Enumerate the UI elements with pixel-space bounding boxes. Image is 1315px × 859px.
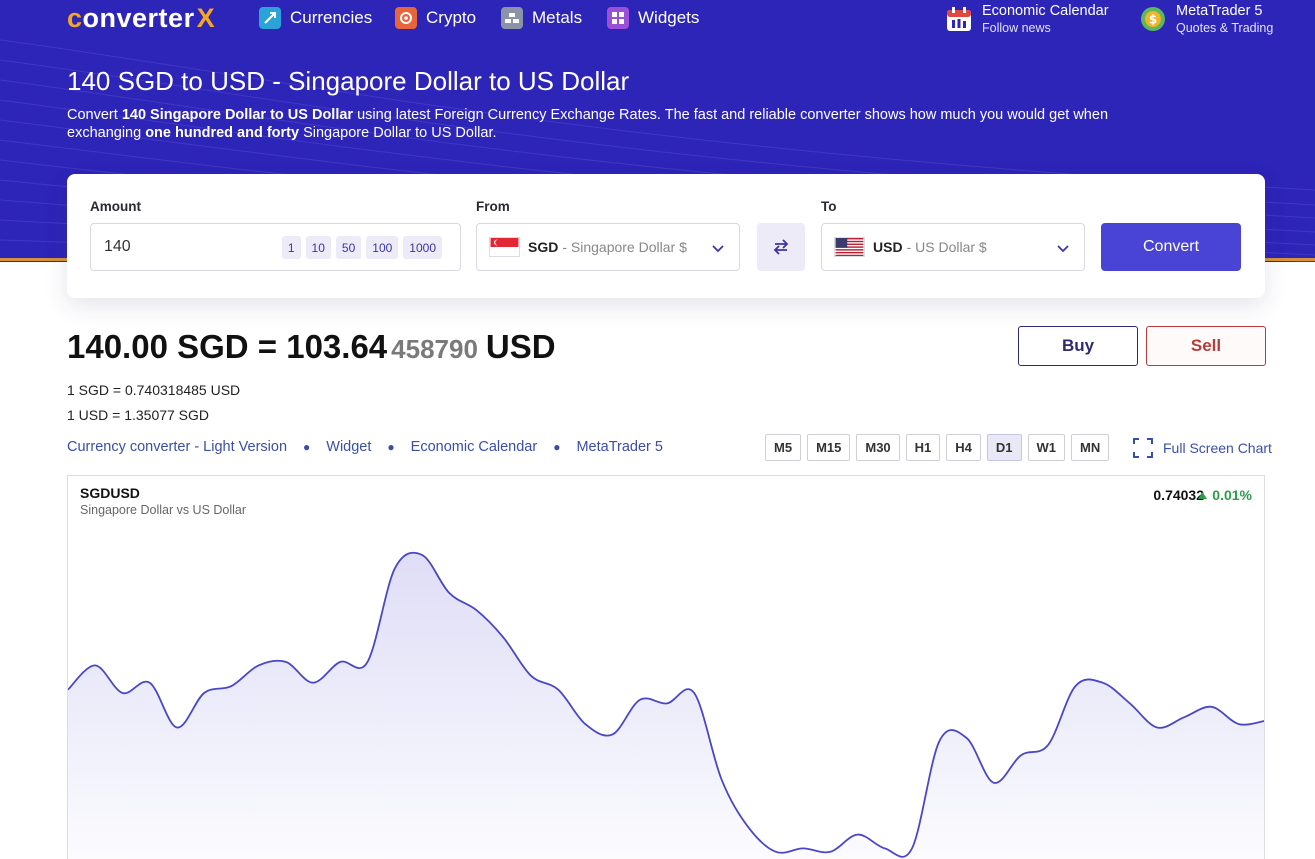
quick-amount-1000[interactable]: 1000 [403, 236, 442, 259]
intro-bold-2: one hundred and forty [145, 125, 300, 141]
swap-icon [773, 239, 789, 255]
page-title: 140 SGD to USD - Singapore Dollar to US … [67, 66, 630, 96]
full-screen-chart-button[interactable]: Full Screen Chart [1133, 438, 1272, 458]
crypto-icon [395, 7, 417, 29]
from-label: From [476, 199, 510, 214]
chart-area-fill [68, 552, 1264, 859]
metatrader-link[interactable]: $ MetaTrader 5 Quotes & Trading [1139, 1, 1273, 37]
intro-text: Convert 140 Singapore Dollar to US Dolla… [67, 106, 1127, 142]
amount-label: Amount [90, 199, 141, 214]
usa-flag-icon [834, 237, 865, 257]
link-widget[interactable]: Widget [326, 439, 371, 455]
amount-input[interactable] [104, 236, 254, 258]
logo-text: onverter [82, 2, 195, 33]
calendar-icon [947, 7, 971, 31]
nav-metals[interactable]: Metals [501, 6, 582, 30]
to-currency-name: - US Dollar $ [906, 239, 987, 255]
metatrader-subtitle: Quotes & Trading [1176, 20, 1274, 35]
from-currency-select[interactable]: SGD - Singapore Dollar $ [476, 223, 740, 271]
convert-button[interactable]: Convert [1101, 223, 1241, 271]
separator-dot: ● [387, 440, 395, 454]
from-currency-name: - Singapore Dollar $ [562, 239, 687, 255]
link-light-version[interactable]: Currency converter - Light Version [67, 439, 287, 455]
swap-currencies-button[interactable] [757, 223, 805, 271]
site-logo[interactable]: c onverter X [67, 3, 215, 33]
separator-dot: ● [303, 440, 311, 454]
top-navigation: c onverter X Currencies Crypto Metals Widg… [0, 0, 1315, 38]
nav-currencies[interactable]: Currencies [259, 6, 372, 30]
intro-part-1: Convert [67, 107, 122, 123]
rate-usd-sgd: 1 USD = 1.35077 SGD [67, 407, 210, 423]
link-metatrader-5[interactable]: MetaTrader 5 [576, 439, 663, 455]
metals-icon [501, 7, 523, 29]
singapore-flag-icon [489, 237, 520, 257]
nav-crypto-label: Crypto [426, 8, 477, 27]
quick-amount-group: 1 10 50 100 1000 [281, 236, 442, 259]
quick-amount-1[interactable]: 1 [281, 236, 301, 259]
timeframe-m5[interactable]: M5 [765, 434, 802, 461]
svg-text:$: $ [1149, 13, 1157, 27]
sell-button[interactable]: Sell [1146, 326, 1266, 366]
price-chart[interactable]: SGDUSD Singapore Dollar vs US Dollar 0.7… [67, 475, 1265, 859]
amount-field[interactable]: 1 10 50 100 1000 [90, 223, 461, 271]
nav-widgets-label: Widgets [638, 8, 700, 27]
timeframe-d1[interactable]: D1 [986, 434, 1022, 461]
timeframe-mn[interactable]: MN [1071, 434, 1110, 461]
buy-button[interactable]: Buy [1018, 326, 1138, 366]
conversion-result: 140.00 SGD = 103.64 458790 USD [67, 328, 556, 366]
timeframe-h1[interactable]: H1 [905, 434, 941, 461]
metatrader-icon: $ [1141, 7, 1165, 31]
related-links: Currency converter - Light Version ● Wid… [67, 439, 663, 455]
converter-card: Amount 1 10 50 100 1000 From SGD - Singa… [67, 174, 1265, 298]
chart-subtitle: Singapore Dollar vs US Dollar [80, 503, 247, 517]
nav-metals-label: Metals [532, 8, 583, 27]
rate-sgd-usd: 1 SGD = 0.740318485 USD [67, 382, 241, 398]
chart-change: 0.01% [1198, 487, 1252, 503]
result-currency: USD [485, 328, 556, 365]
economic-calendar-subtitle: Follow news [982, 20, 1051, 35]
result-main-value: 140.00 SGD = 103.64 [67, 328, 388, 365]
nav-crypto[interactable]: Crypto [395, 6, 476, 30]
from-currency-code: SGD [528, 239, 559, 255]
chevron-down-icon [1057, 245, 1069, 253]
full-screen-chart-label: Full Screen Chart [1163, 440, 1272, 456]
quick-amount-50[interactable]: 50 [335, 236, 362, 259]
timeframe-m30[interactable]: M30 [856, 434, 900, 461]
intro-bold-1: 140 Singapore Dollar to US Dollar [121, 107, 354, 123]
trend-up-icon [1198, 491, 1208, 499]
to-currency-select[interactable]: USD - US Dollar $ [821, 223, 1085, 271]
chart-last-price: 0.74032 [1153, 487, 1204, 503]
intro-part-3: Singapore Dollar to US Dollar. [299, 125, 497, 141]
separator-dot: ● [553, 440, 561, 454]
logo-letter-x: X [196, 2, 216, 33]
metatrader-title: MetaTrader 5 [1176, 2, 1263, 19]
link-economic-calendar[interactable]: Economic Calendar [411, 439, 538, 455]
widgets-icon [607, 7, 629, 29]
timeframe-m15[interactable]: M15 [807, 434, 851, 461]
logo-letter-c: c [67, 2, 83, 33]
result-extra-digits: 458790 [391, 334, 478, 364]
currencies-icon [259, 7, 281, 29]
chevron-down-icon [712, 245, 724, 253]
quick-amount-10[interactable]: 10 [305, 236, 331, 259]
chart-symbol: SGDUSD [80, 485, 140, 501]
price-chart-canvas[interactable] [68, 476, 1265, 859]
quick-amount-100[interactable]: 100 [366, 236, 399, 259]
to-label: To [821, 199, 837, 214]
timeframe-h4[interactable]: H4 [946, 434, 981, 461]
economic-calendar-link[interactable]: Economic Calendar Follow news [945, 1, 1109, 37]
economic-calendar-title: Economic Calendar [982, 2, 1109, 19]
chart-change-value: 0.01% [1212, 487, 1252, 503]
to-currency-code: USD [873, 239, 903, 255]
timeframe-w1[interactable]: W1 [1027, 434, 1066, 461]
timeframe-selector: M5 M15 M30 H1 H4 D1 W1 MN [765, 434, 1110, 461]
nav-widgets[interactable]: Widgets [607, 6, 699, 30]
nav-currencies-label: Currencies [290, 8, 373, 27]
fullscreen-icon [1133, 438, 1153, 458]
